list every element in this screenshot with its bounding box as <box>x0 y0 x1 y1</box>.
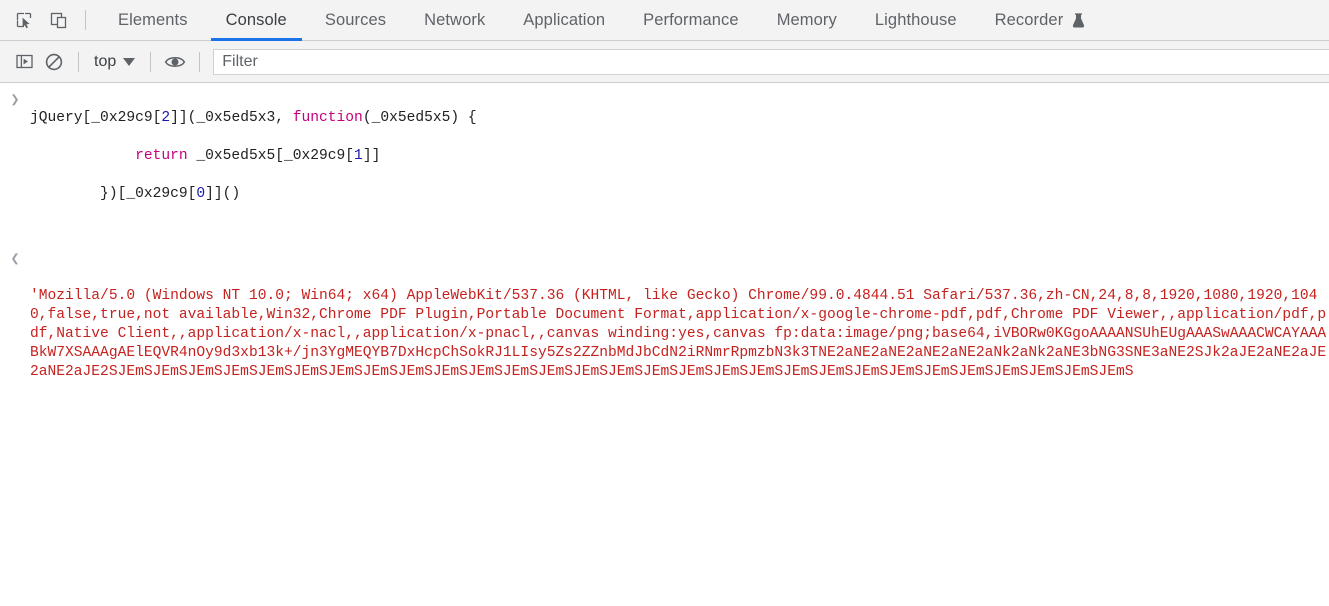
code-token: jQuery[_0x29c9[ <box>30 110 162 126</box>
code-line-3: })[_0x29c9[0]]() <box>30 185 1329 204</box>
eye-icon[interactable] <box>160 48 190 76</box>
tab-memory-label: Memory <box>776 10 837 29</box>
chevron-right-icon: ❯ <box>10 92 20 109</box>
console-input-code: jQuery[_0x29c9[2]](_0x5ed5x3, function(_… <box>30 90 1329 242</box>
code-token: ]](_0x5ed5x3, <box>170 110 293 126</box>
code-token: ]] <box>362 148 381 164</box>
console-output-value: 'Mozilla/5.0 (Windows NT 10.0; Win64; x6… <box>30 249 1329 420</box>
tab-elements-label: Elements <box>118 10 188 29</box>
panel-tabs: Elements Console Sources Network Applica… <box>99 0 1329 41</box>
experimental-flask-icon <box>1072 12 1085 28</box>
code-token: (_0x5ed5x5) { <box>362 110 477 126</box>
tab-memory[interactable]: Memory <box>758 0 856 40</box>
chevron-left-icon: ❮ <box>10 251 20 268</box>
console-input-message: ❯ jQuery[_0x29c9[2]](_0x5ed5x3, function… <box>0 84 1329 242</box>
tab-sources-label: Sources <box>324 10 387 29</box>
tab-console[interactable]: Console <box>207 0 306 41</box>
console-toolbar-divider-1 <box>78 51 79 72</box>
code-token: 0 <box>196 186 206 202</box>
device-toolbar-icon[interactable] <box>44 6 72 34</box>
tab-lighthouse[interactable]: Lighthouse <box>856 0 976 40</box>
console-output-gutter: ❮ <box>0 249 30 268</box>
console-toolbar-divider-2 <box>150 51 152 72</box>
code-token: 2 <box>161 110 171 126</box>
filter-field-wrapper <box>213 48 1329 75</box>
chevron-down-icon <box>123 57 136 66</box>
tab-network[interactable]: Network <box>405 0 504 40</box>
tab-network-label: Network <box>424 10 486 29</box>
console-output-message: ❮ 'Mozilla/5.0 (Windows NT 10.0; Win64; … <box>0 242 1329 420</box>
tab-performance[interactable]: Performance <box>624 0 758 40</box>
console-sidebar-icon[interactable] <box>9 48 39 76</box>
code-line-2: return _0x5ed5x5[_0x29c9[1]] <box>30 147 1329 166</box>
code-token: _0x5ed5x5[_0x29c9[ <box>187 148 355 164</box>
tab-recorder[interactable]: Recorder <box>976 0 1105 40</box>
filter-input[interactable] <box>213 48 1329 75</box>
execution-context-selector[interactable]: top <box>88 51 141 73</box>
tab-recorder-label: Recorder <box>994 10 1064 29</box>
code-token: })[_0x29c9[ <box>30 186 197 202</box>
code-line-1: jQuery[_0x29c9[2]](_0x5ed5x3, function(_… <box>30 109 1329 128</box>
code-token: return <box>135 148 188 164</box>
tab-performance-label: Performance <box>643 10 739 29</box>
tab-console-label: Console <box>225 10 287 29</box>
code-token: function <box>292 110 363 126</box>
tab-application[interactable]: Application <box>504 0 624 40</box>
toolbar-divider <box>85 10 86 30</box>
code-token: ]]() <box>205 186 241 202</box>
console-toolbar: top <box>0 41 1329 83</box>
execution-context-label: top <box>94 52 117 70</box>
tab-sources[interactable]: Sources <box>306 0 405 40</box>
devtools-tab-bar: Elements Console Sources Network Applica… <box>0 0 1329 41</box>
console-message-list[interactable]: ❯ jQuery[_0x29c9[2]](_0x5ed5x3, function… <box>0 84 1329 606</box>
tab-lighthouse-label: Lighthouse <box>874 10 957 29</box>
tab-application-label: Application <box>523 10 606 29</box>
console-toolbar-divider-3 <box>199 51 201 72</box>
inspect-cursor-icon[interactable] <box>10 6 38 34</box>
clear-console-icon[interactable] <box>39 48 69 76</box>
code-token: 1 <box>354 148 363 164</box>
console-input-gutter: ❯ <box>0 90 30 109</box>
devtools-window: Elements Console Sources Network Applica… <box>0 0 1329 606</box>
tab-elements[interactable]: Elements <box>99 0 207 40</box>
console-output-text: 'Mozilla/5.0 (Windows NT 10.0; Win64; x6… <box>30 288 1327 380</box>
tab-bar-icon-group <box>0 0 99 40</box>
